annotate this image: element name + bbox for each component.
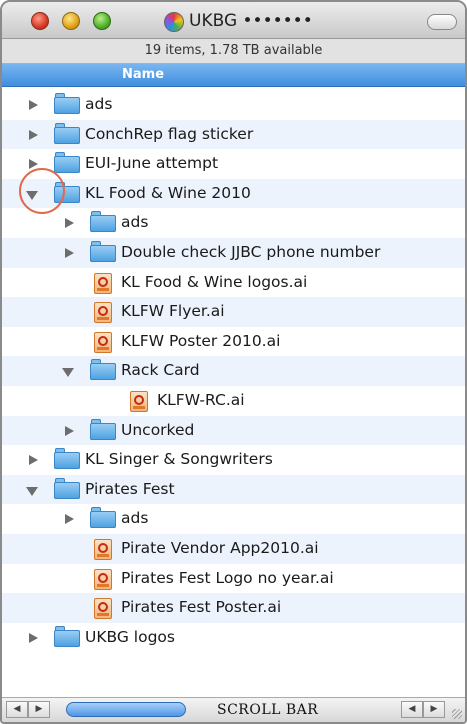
folder-icon (54, 477, 80, 499)
folder-icon (54, 122, 80, 144)
folder-row[interactable]: EUI-June attempt (2, 149, 465, 179)
folder-row[interactable]: Rack Card (2, 356, 465, 386)
item-label: Pirates Fest Logo no year.ai (121, 568, 334, 587)
horizontal-scrollbar[interactable]: ◀ ▶ SCROLL BAR ◀ ▶ (2, 697, 465, 722)
disclosure-collapsed-icon[interactable] (26, 90, 40, 120)
folder-icon (90, 418, 116, 440)
item-label: KL Food & Wine 2010 (85, 183, 251, 202)
illustrator-file-icon (94, 331, 112, 353)
folder-icon (54, 625, 80, 647)
close-icon[interactable] (31, 12, 49, 30)
file-list: ads ConchRep flag sticker EUI-June attempt… (2, 90, 465, 652)
disclosure-collapsed-icon[interactable] (62, 504, 76, 534)
disclosure-collapsed-icon[interactable] (26, 623, 40, 653)
file-row[interactable]: Pirates Fest Poster.ai (2, 593, 465, 623)
illustrator-file-icon (94, 568, 112, 590)
folder-row[interactable]: ads (2, 504, 465, 534)
zoom-icon[interactable] (93, 12, 111, 30)
disclosure-highlight-circle (19, 168, 65, 214)
title-bar[interactable]: UKBG ••••••• (2, 2, 465, 39)
item-label: KLFW-RC.ai (157, 390, 245, 409)
item-label: Pirates Fest Poster.ai (121, 598, 282, 617)
file-row[interactable]: KL Food & Wine logos.ai (2, 268, 465, 298)
file-row[interactable]: KLFW-RC.ai (2, 386, 465, 416)
folder-icon (90, 211, 116, 233)
folder-icon (90, 507, 116, 529)
item-label: KLFW Flyer.ai (121, 302, 225, 321)
folder-icon (54, 93, 80, 114)
disclosure-expanded-icon[interactable] (62, 356, 76, 386)
item-label: Pirates Fest (85, 479, 175, 498)
file-row[interactable]: KLFW Flyer.ai (2, 297, 465, 327)
scrollbar-label: SCROLL BAR (217, 702, 319, 718)
folder-row[interactable]: KL Food & Wine 2010 (2, 178, 465, 209)
scroll-right-end-icon[interactable]: ▶ (423, 701, 445, 718)
folder-row[interactable]: ads (2, 208, 465, 238)
illustrator-file-icon (94, 598, 112, 620)
item-label: ads (121, 213, 149, 232)
item-label: Pirate Vendor App2010.ai (121, 538, 319, 557)
disclosure-collapsed-icon[interactable] (62, 416, 76, 446)
item-label: Rack Card (121, 361, 200, 380)
column-header-label: Name (122, 67, 165, 82)
column-header-name[interactable]: Name (2, 64, 465, 87)
folder-row[interactable]: Uncorked (2, 415, 465, 446)
item-label: ads (85, 95, 113, 113)
item-label: Double check JJBC phone number (121, 242, 381, 261)
scroll-right-icon[interactable]: ▶ (28, 701, 50, 718)
illustrator-file-icon (94, 538, 112, 560)
disclosure-collapsed-icon[interactable] (26, 445, 40, 475)
folder-icon (54, 448, 80, 470)
item-label: EUI-June attempt (85, 154, 219, 173)
item-label: KL Food & Wine logos.ai (121, 272, 308, 291)
folder-row[interactable]: Double check JJBC phone number (2, 237, 465, 268)
scroll-thumb[interactable] (66, 702, 186, 717)
item-label: KLFW Poster 2010.ai (121, 331, 281, 350)
disclosure-collapsed-icon[interactable] (26, 120, 40, 150)
minimize-icon[interactable] (62, 12, 80, 30)
folder-row[interactable]: ads (2, 90, 465, 120)
file-row[interactable]: Pirate Vendor App2010.ai (2, 533, 465, 564)
toolbar-toggle-button[interactable] (427, 14, 457, 30)
file-row[interactable]: KLFW Poster 2010.ai (2, 327, 465, 357)
folder-icon (90, 240, 116, 262)
folder-icon (54, 152, 80, 174)
item-label: ads (121, 509, 149, 528)
folder-row[interactable]: Pirates Fest (2, 474, 465, 505)
file-row[interactable]: Pirates Fest Logo no year.ai (2, 564, 465, 594)
scroll-left-icon[interactable]: ◀ (6, 701, 28, 718)
illustrator-file-icon (94, 272, 112, 294)
disk-icon (164, 12, 184, 32)
illustrator-file-icon (130, 390, 148, 412)
status-bar: 19 items, 1.78 TB available (2, 39, 465, 64)
illustrator-file-icon (94, 302, 112, 324)
item-label: UKBG logos (85, 627, 175, 646)
folder-row[interactable]: ConchRep flag sticker (2, 119, 465, 150)
disclosure-collapsed-icon[interactable] (62, 238, 76, 268)
folder-row[interactable]: UKBG logos (2, 623, 465, 653)
finder-window: UKBG ••••••• 19 items, 1.78 TB available… (0, 0, 467, 724)
folder-row[interactable]: KL Singer & Songwriters (2, 445, 465, 475)
disclosure-expanded-icon[interactable] (26, 475, 40, 505)
item-label: ConchRep flag sticker (85, 124, 254, 143)
item-label: Uncorked (121, 420, 195, 439)
folder-icon (90, 359, 116, 381)
disclosure-collapsed-icon[interactable] (62, 208, 76, 238)
window-title: UKBG ••••••• (189, 11, 313, 31)
resize-handle-icon[interactable] (452, 709, 462, 719)
scroll-left-end-icon[interactable]: ◀ (401, 701, 423, 718)
item-label: KL Singer & Songwriters (85, 450, 273, 469)
